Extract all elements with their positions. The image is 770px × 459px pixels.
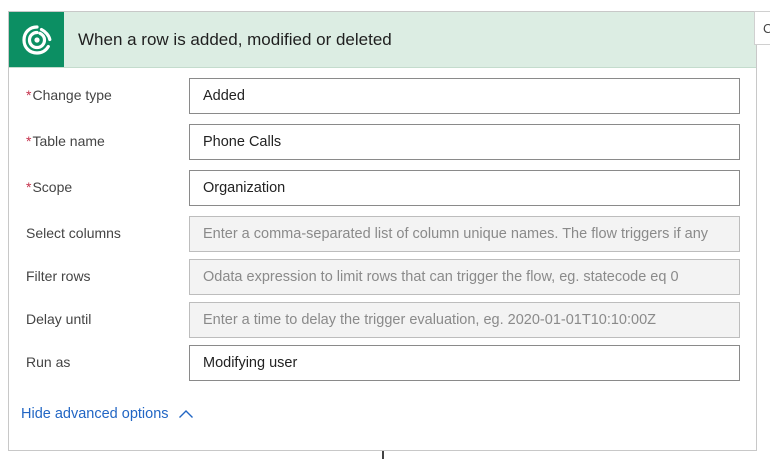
- delay-until-input[interactable]: Enter a time to delay the trigger evalua…: [189, 302, 740, 338]
- select-columns-label: Select columns: [26, 225, 121, 241]
- run-as-label: Run as: [26, 354, 71, 370]
- hide-advanced-options-label: Hide advanced options: [21, 406, 169, 422]
- side-panel-tab[interactable]: C: [754, 11, 770, 45]
- table-name-label: *Table name: [26, 133, 105, 149]
- trigger-card: When a row is added, modified or deleted…: [8, 11, 757, 451]
- scope-label-text: Scope: [32, 179, 73, 195]
- table-name-dropdown[interactable]: Phone Calls: [189, 124, 740, 160]
- select-columns-input[interactable]: Enter a comma-separated list of column u…: [189, 216, 740, 252]
- dataverse-logo-svg: [21, 24, 51, 55]
- required-marker: *: [26, 133, 32, 149]
- canvas: When a row is added, modified or deleted…: [0, 0, 770, 459]
- field-row-change-type: *Change type Added: [9, 78, 756, 114]
- run-as-dropdown[interactable]: Modifying user: [189, 345, 740, 381]
- change-type-label-text: Change type: [32, 87, 112, 103]
- field-row-run-as: Run as Modifying user: [9, 345, 756, 381]
- filter-rows-input[interactable]: Odata expression to limit rows that can …: [189, 259, 740, 295]
- field-row-scope: *Scope Organization: [9, 170, 756, 206]
- trigger-title: When a row is added, modified or deleted: [78, 30, 392, 49]
- field-row-table-name: *Table name Phone Calls: [9, 124, 756, 160]
- side-panel-tab-label: C: [763, 21, 770, 36]
- flow-connector-line: [382, 451, 384, 459]
- scope-label: *Scope: [26, 179, 72, 195]
- required-marker: *: [26, 87, 32, 103]
- table-name-label-text: Table name: [32, 133, 105, 149]
- field-row-select-columns: Select columns Enter a comma-separated l…: [9, 216, 756, 252]
- change-type-label: *Change type: [26, 87, 112, 103]
- hide-advanced-options-link[interactable]: Hide advanced options: [21, 406, 194, 422]
- field-row-filter-rows: Filter rows Odata expression to limit ro…: [9, 259, 756, 295]
- scope-dropdown[interactable]: Organization: [189, 170, 740, 206]
- field-row-delay-until: Delay until Enter a time to delay the tr…: [9, 302, 756, 338]
- filter-rows-label: Filter rows: [26, 268, 91, 284]
- dataverse-logo-icon: [9, 12, 64, 67]
- delay-until-label: Delay until: [26, 311, 92, 327]
- required-marker: *: [26, 179, 32, 195]
- trigger-header[interactable]: When a row is added, modified or deleted: [9, 12, 756, 68]
- chevron-up-icon: [178, 409, 194, 419]
- change-type-dropdown[interactable]: Added: [189, 78, 740, 114]
